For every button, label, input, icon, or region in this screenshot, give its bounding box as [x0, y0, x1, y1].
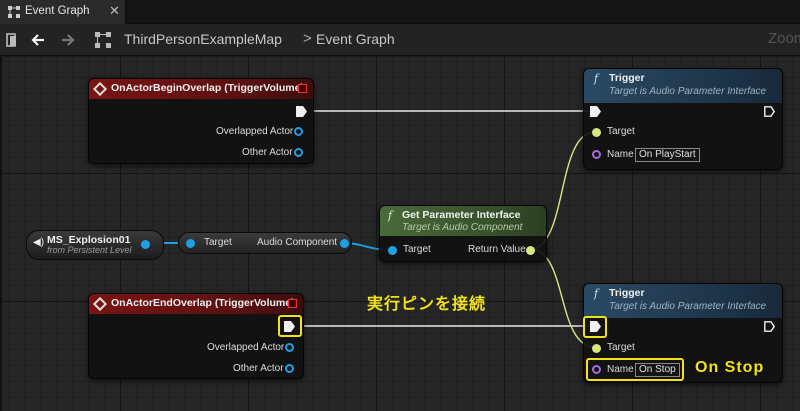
back-arrow-icon[interactable]	[28, 30, 48, 50]
node-title: Trigger	[609, 72, 645, 84]
event-icon	[92, 296, 108, 312]
exec-pin-highlight	[583, 316, 607, 338]
function-icon: f	[594, 72, 599, 85]
canvas-edge	[0, 57, 2, 411]
converter-input-label: Target	[204, 237, 232, 248]
begin-overlap-node[interactable]: OnActorBeginOverlap (TriggerVolume) Over…	[88, 78, 314, 164]
node-subtitle: Target is Audio Component	[402, 222, 523, 233]
target-label: Target	[607, 342, 635, 353]
node-title: OnActorEndOverlap (TriggerVolume)	[111, 297, 295, 309]
node-header: f Trigger Target is Audio Parameter Inte…	[584, 284, 782, 318]
close-icon	[298, 84, 307, 93]
node-title: Get Parameter Interface	[402, 209, 521, 221]
graph-icon	[8, 6, 20, 18]
exec-in-pin[interactable]	[590, 106, 601, 117]
converter-input-pin[interactable]	[186, 239, 195, 248]
target-input-pin[interactable]	[592, 344, 601, 353]
name-field-highlight	[586, 358, 684, 381]
overlapped-actor-pin[interactable]	[285, 343, 294, 352]
breadcrumb-separator: >	[303, 30, 312, 47]
breadcrumb-map[interactable]: ThirdPersonExampleMap	[124, 31, 282, 47]
speaker-icon: ◀)	[33, 237, 45, 248]
node-header: f Get Parameter Interface Target is Audi…	[380, 206, 546, 236]
name-label: Name	[607, 149, 634, 160]
function-icon: f	[388, 209, 393, 222]
get-parameter-interface-node[interactable]: f Get Parameter Interface Target is Audi…	[379, 205, 547, 262]
node-title: OnActorBeginOverlap (TriggerVolume)	[111, 82, 304, 94]
variable-subtitle: from Persistent Level	[47, 245, 132, 255]
overlapped-actor-label: Overlapped Actor	[216, 126, 294, 137]
node-header: OnActorBeginOverlap (TriggerVolume)	[89, 79, 313, 99]
converter-output-pin[interactable]	[340, 239, 349, 248]
forward-arrow-icon[interactable]	[58, 30, 78, 50]
converter-node[interactable]: Target Audio Component	[178, 232, 352, 254]
overlapped-actor-label: Overlapped Actor	[207, 342, 285, 353]
exec-out-pin[interactable]	[764, 321, 775, 332]
other-actor-pin[interactable]	[294, 148, 303, 157]
tab-event-graph[interactable]: Event Graph ✕	[0, 0, 126, 24]
end-overlap-node[interactable]: OnActorEndOverlap (TriggerVolume) Overla…	[88, 293, 304, 379]
exec-out-pin[interactable]	[764, 106, 775, 117]
trigger-node-playstart[interactable]: f Trigger Target is Audio Parameter Inte…	[583, 68, 783, 170]
node-subtitle: Target is Audio Parameter Interface	[609, 86, 767, 97]
return-value-label: Return Value	[468, 244, 526, 255]
connect-exec-annotation: 実行ピンを接続	[367, 296, 487, 313]
tab-bar: Event Graph ✕	[0, 0, 800, 24]
node-title: Trigger	[609, 287, 645, 299]
exec-pin-highlight	[278, 315, 302, 337]
close-icon	[288, 299, 297, 308]
on-stop-annotation: On Stop	[695, 359, 765, 376]
other-actor-label: Other Actor	[233, 363, 284, 374]
close-icon[interactable]: ✕	[109, 3, 120, 19]
breadcrumb-graph[interactable]: Event Graph	[316, 31, 395, 47]
node-subtitle: Target is Audio Parameter Interface	[609, 301, 767, 312]
exec-out-pin[interactable]	[296, 106, 307, 117]
target-input-pin[interactable]	[592, 128, 601, 137]
graph-toolbar: ThirdPersonExampleMap > Event Graph Zoom	[0, 24, 800, 56]
node-header: OnActorEndOverlap (TriggerVolume)	[89, 294, 303, 314]
zoom-label: Zoom	[768, 30, 800, 47]
other-actor-pin[interactable]	[285, 364, 294, 373]
converter-output-label: Audio Component	[257, 237, 338, 248]
variable-output-pin[interactable]	[141, 240, 150, 249]
tab-label: Event Graph	[25, 5, 90, 17]
event-icon	[92, 81, 108, 97]
return-value-pin[interactable]	[526, 246, 535, 255]
target-label: Target	[607, 126, 635, 137]
overlapped-actor-pin[interactable]	[294, 127, 303, 136]
variable-node[interactable]: ◀) MS_Explosion01 from Persistent Level	[26, 230, 164, 260]
bookmark-icon[interactable]	[3, 30, 23, 50]
graph-icon	[95, 32, 111, 48]
other-actor-label: Other Actor	[242, 147, 293, 158]
target-label: Target	[403, 244, 431, 255]
target-input-pin[interactable]	[388, 246, 397, 255]
node-header: f Trigger Target is Audio Parameter Inte…	[584, 69, 782, 103]
name-input-pin[interactable]	[592, 150, 601, 159]
name-field[interactable]: On PlayStart	[635, 148, 700, 162]
function-icon: f	[594, 287, 599, 300]
